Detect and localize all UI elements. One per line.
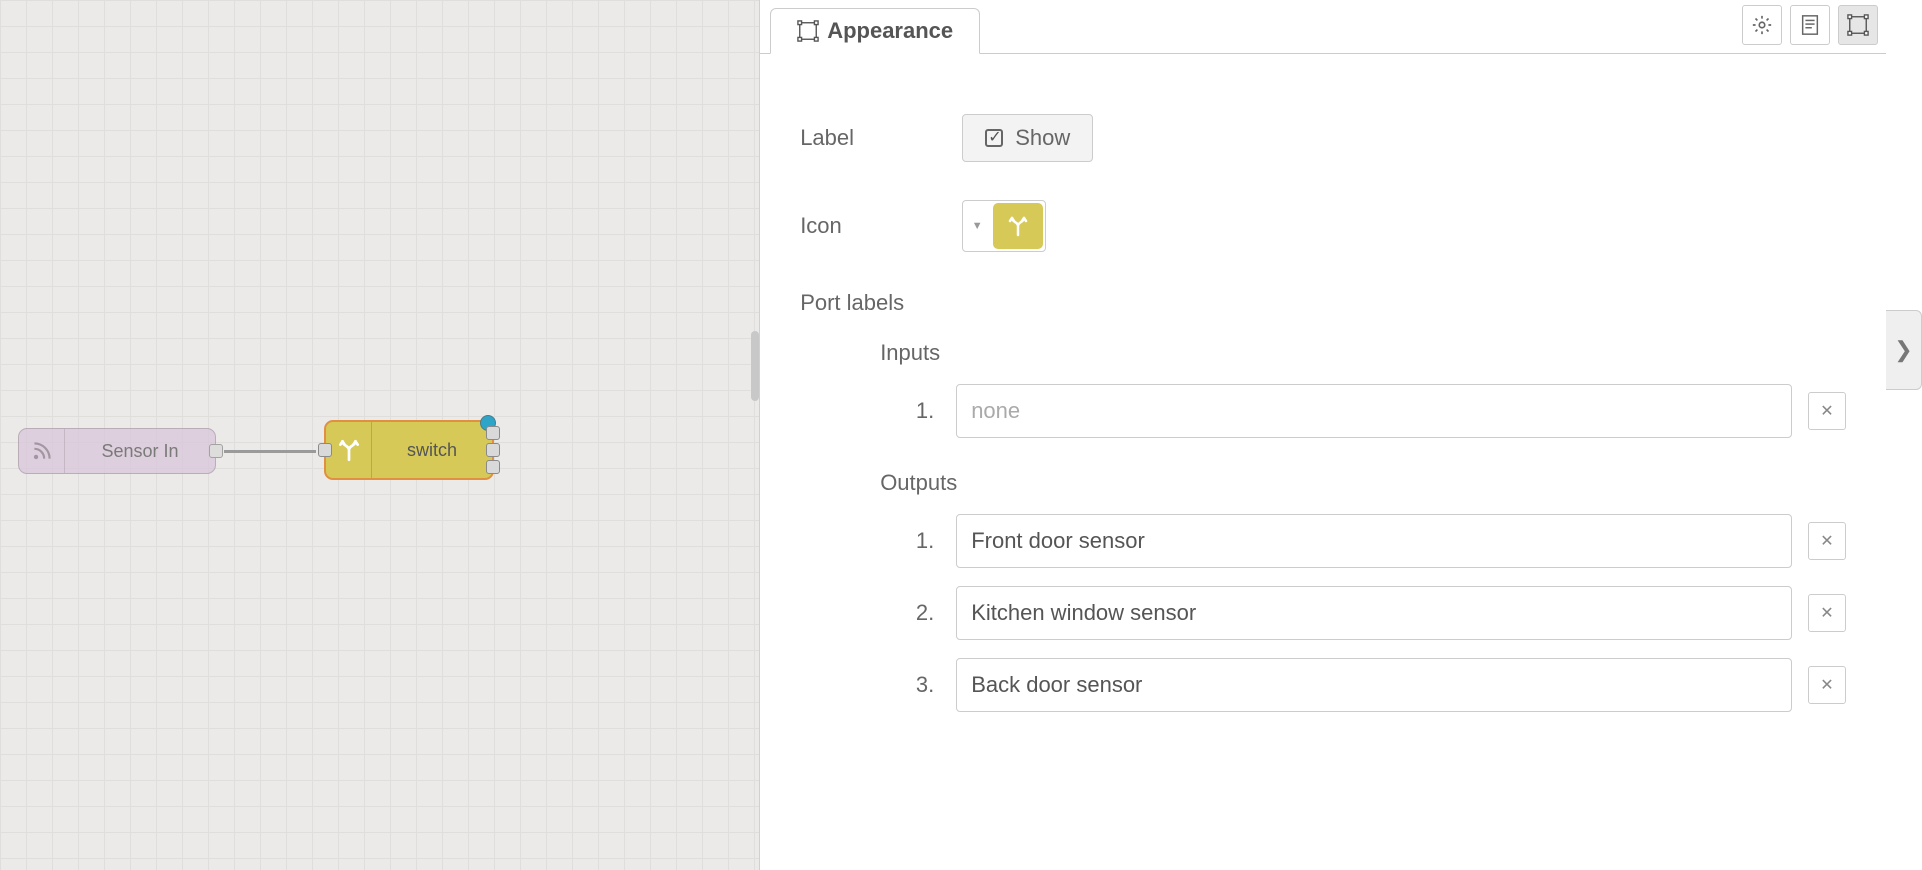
node-icon-area <box>19 429 65 473</box>
document-icon <box>1800 14 1820 36</box>
caret-down-icon: ▼ <box>963 201 991 251</box>
switch-fork-icon <box>336 437 362 463</box>
output-port-row: 2. ✕ <box>800 586 1846 640</box>
node-input-port[interactable] <box>318 443 332 457</box>
canvas-scrollbar-thumb[interactable] <box>751 331 759 401</box>
gear-icon <box>1751 14 1773 36</box>
description-button[interactable] <box>1790 5 1830 45</box>
output-port-label-field-2[interactable] <box>956 586 1792 640</box>
panel-body: Label Show Icon ▼ <box>760 54 1886 870</box>
tab-appearance[interactable]: Appearance <box>770 8 980 54</box>
output-port-row: 3. ✕ <box>800 658 1846 712</box>
checkbox-checked-icon <box>985 129 1003 147</box>
close-icon: ✕ <box>1820 675 1833 695</box>
node-output-port[interactable] <box>209 444 223 458</box>
input-port-label-field[interactable] <box>956 384 1792 438</box>
icon-picker[interactable]: ▼ <box>962 200 1046 252</box>
output-port-number: 2. <box>880 600 956 626</box>
edit-panel: Appearance <box>759 0 1922 870</box>
inputs-heading: Inputs <box>880 340 1846 366</box>
node-sensor-in[interactable]: Sensor In <box>18 428 216 474</box>
show-label-toggle[interactable]: Show <box>962 114 1093 162</box>
clear-output-button[interactable]: ✕ <box>1808 594 1846 632</box>
node-output-ports <box>486 422 500 478</box>
node-sensor-label: Sensor In <box>65 441 215 462</box>
output-port-label-field-1[interactable] <box>956 514 1792 568</box>
close-icon: ✕ <box>1820 603 1833 623</box>
appearance-button[interactable] <box>1838 5 1878 45</box>
icon-field-label: Icon <box>800 213 962 239</box>
node-switch[interactable]: switch <box>324 420 494 480</box>
icon-swatch <box>993 203 1043 249</box>
tab-appearance-label: Appearance <box>827 18 953 44</box>
output-port-number: 3. <box>880 672 956 698</box>
output-port-label-field-3[interactable] <box>956 658 1792 712</box>
rss-icon <box>29 438 55 464</box>
input-port-row: 1. ✕ <box>800 384 1846 438</box>
node-icon-area <box>326 422 372 478</box>
panel-expand-handle[interactable]: ❯ <box>1886 310 1922 390</box>
tab-bar: Appearance <box>760 0 1886 54</box>
node-switch-label: switch <box>372 440 492 461</box>
output-port-number: 1. <box>880 528 956 554</box>
chevron-right-icon: ❯ <box>1894 337 1912 363</box>
clear-input-button[interactable]: ✕ <box>1808 392 1846 430</box>
node-output-port-3[interactable] <box>486 460 500 474</box>
input-port-number: 1. <box>880 398 956 424</box>
settings-button[interactable] <box>1742 5 1782 45</box>
close-icon: ✕ <box>1820 531 1833 551</box>
app-root: Sensor In switch <box>0 0 1922 870</box>
clear-output-button[interactable]: ✕ <box>1808 666 1846 704</box>
node-output-port-1[interactable] <box>486 426 500 440</box>
node-output-port-2[interactable] <box>486 443 500 457</box>
node-wire <box>224 450 316 453</box>
show-label-text: Show <box>1015 125 1070 151</box>
appearance-tab-icon <box>797 20 819 42</box>
clear-output-button[interactable]: ✕ <box>1808 522 1846 560</box>
close-icon: ✕ <box>1820 401 1833 421</box>
output-port-row: 1. ✕ <box>800 514 1846 568</box>
label-field-label: Label <box>800 125 962 151</box>
port-labels-heading: Port labels <box>800 290 1846 316</box>
switch-fork-icon <box>1006 214 1030 238</box>
appearance-icon <box>1847 14 1869 36</box>
flow-canvas[interactable]: Sensor In switch <box>0 0 759 870</box>
outputs-heading: Outputs <box>880 470 1846 496</box>
